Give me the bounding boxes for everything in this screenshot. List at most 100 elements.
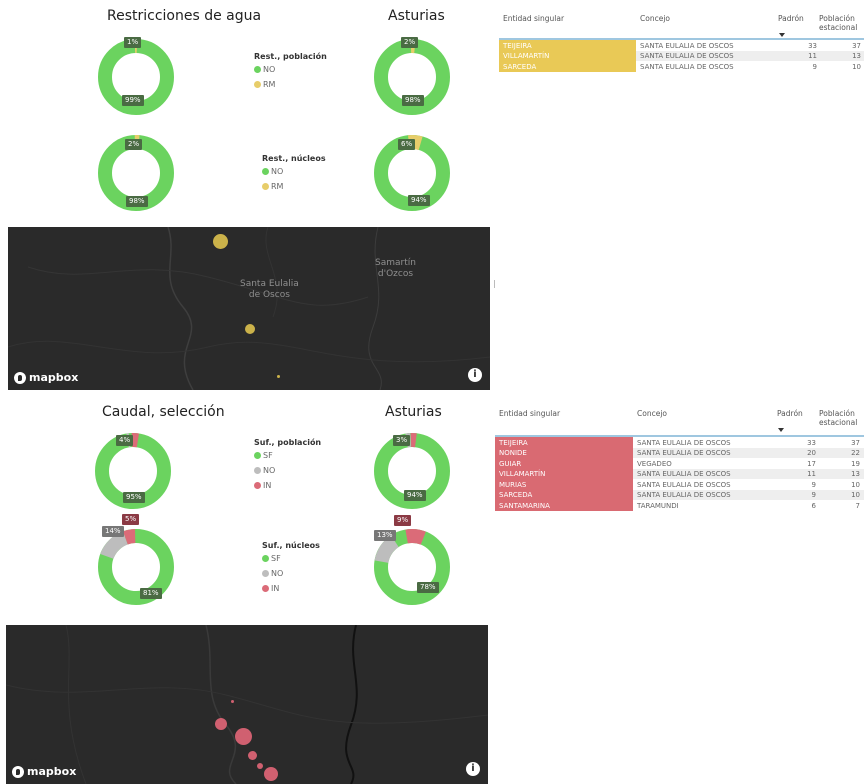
legend-item-rm[interactable]: RM	[254, 80, 327, 89]
mapbox-logo[interactable]: mapbox	[14, 371, 78, 384]
cell-entidad: GUIAR	[495, 458, 633, 469]
legend-item-sf[interactable]: SF	[262, 554, 320, 563]
table-row[interactable]: SARCEDA SANTA EULALIA DE OSCOS 9 10	[495, 489, 864, 500]
donut-suf-nucleos-seleccion[interactable]: 5% 14% 81%	[86, 514, 186, 617]
map-bottom[interactable]: mapbox i	[6, 625, 488, 784]
table-row[interactable]: NONIDE SANTA EULALIA DE OSCOS 20 22	[495, 447, 864, 458]
cell-poblacion: 19	[851, 459, 860, 468]
mapbox-icon	[12, 765, 24, 778]
info-icon[interactable]: i	[466, 762, 480, 776]
legend-label: IN	[271, 584, 280, 593]
map-marker[interactable]	[248, 751, 257, 760]
donut-label: 99%	[122, 95, 144, 106]
green-dot-icon	[262, 168, 269, 175]
legend-item-in[interactable]: IN	[262, 584, 320, 593]
info-icon[interactable]: i	[468, 368, 482, 382]
donut-nucleos-asturias[interactable]: 6% 94%	[362, 123, 462, 223]
cell-entidad: TEIJEIRA	[495, 437, 633, 448]
cell-concejo: SANTA EULALIA DE OSCOS	[640, 62, 734, 71]
table-row[interactable]: GUIAR VEGADEO 17 19	[495, 458, 864, 469]
legend-item-in[interactable]: IN	[254, 481, 321, 490]
sort-desc-icon[interactable]	[779, 33, 785, 37]
cell-padron: 9	[812, 62, 817, 71]
cell-entidad: NONIDE	[495, 447, 633, 458]
yellow-dot-icon	[262, 183, 269, 190]
map-terrain	[8, 227, 490, 390]
donut-poblacion-asturias[interactable]: 2% 98%	[362, 27, 462, 127]
mapbox-logo[interactable]: mapbox	[12, 765, 76, 778]
legend-item-no[interactable]: NO	[262, 167, 326, 176]
donut-label: 4%	[116, 435, 134, 446]
table-row[interactable]: SANTAMARINA TARAMUNDI 6 7	[495, 500, 864, 511]
cell-concejo: SANTA EULALIA DE OSCOS	[640, 52, 734, 60]
donut-poblacion-seleccion[interactable]: 1% 99%	[86, 27, 186, 127]
col-header-poblacion[interactable]: Población estacional	[819, 409, 857, 428]
col-header-entidad[interactable]: Entidad singular	[499, 409, 560, 418]
table-row[interactable]: SARCEDA SANTA EULALIA DE OSCOS 9 10	[499, 61, 864, 72]
map-marker[interactable]	[277, 375, 280, 378]
legend-item-no[interactable]: NO	[254, 466, 321, 475]
donut-label: 3%	[393, 435, 411, 446]
legend-item-no[interactable]: NO	[262, 569, 320, 578]
donut-label: 14%	[102, 526, 124, 537]
bottom-title-left: Caudal, selección	[102, 404, 225, 420]
cell-concejo: VEGADEO	[637, 459, 672, 468]
donut-label: 2%	[125, 139, 143, 150]
table-row[interactable]: VILLAMARTÍN SANTA EULALIA DE OSCOS 11 13	[499, 50, 864, 61]
mapbox-icon	[14, 371, 26, 384]
legend-title: Suf., población	[254, 438, 322, 447]
table-row[interactable]: MURIAS SANTA EULALIA DE OSCOS 9 10	[495, 479, 864, 490]
col-header-concejo[interactable]: Concejo	[637, 409, 667, 418]
cell-concejo: SANTA EULALIA DE OSCOS	[637, 491, 731, 499]
cell-padron: 20	[807, 449, 816, 457]
cell-poblacion: 37	[852, 41, 861, 50]
table-row[interactable]: TEIJEIRA SANTA EULALIA DE OSCOS 33 37	[495, 437, 864, 448]
legend-rest-nucleos: Rest., núcleos NO RM	[262, 154, 326, 197]
map-top[interactable]: Santa Eulalia de Oscos Samartín d'Ozcos …	[8, 227, 490, 390]
donut-label: 98%	[402, 95, 424, 106]
sort-desc-icon[interactable]	[778, 428, 784, 432]
cell-concejo: SANTA EULALIA DE OSCOS	[640, 41, 734, 50]
legend-label: RM	[263, 80, 276, 89]
cell-padron: 11	[807, 470, 816, 478]
legend-item-rm[interactable]: RM	[262, 182, 326, 191]
cell-entidad: MURIAS	[495, 479, 633, 490]
cell-entidad: SANTAMARINA	[495, 500, 633, 511]
mapbox-label: mapbox	[29, 371, 79, 384]
cell-concejo: TARAMUNDI	[637, 501, 679, 510]
cell-entidad: VILLAMARTÍN	[499, 50, 636, 61]
red-dot-icon	[262, 585, 269, 592]
map-marker[interactable]	[264, 767, 278, 781]
col-header-poblacion[interactable]: Población estacional	[819, 14, 857, 33]
map-marker[interactable]	[215, 718, 227, 730]
yellow-dot-icon	[254, 81, 261, 88]
donut-suf-poblacion-seleccion[interactable]: 4% 95%	[83, 421, 183, 521]
map-marker[interactable]	[213, 234, 228, 249]
cell-padron: 9	[811, 480, 816, 489]
legend-item-sf[interactable]: SF	[254, 451, 321, 460]
legend-suf-poblacion: Suf., población SF NO IN	[254, 438, 321, 496]
donut-suf-nucleos-asturias[interactable]: 9% 13% 78%	[362, 515, 462, 617]
legend-item-no[interactable]: NO	[254, 65, 327, 74]
cell-entidad: SARCEDA	[499, 61, 636, 72]
table-row[interactable]: VILLAMARTÍN SANTA EULALIA DE OSCOS 11 13	[495, 468, 864, 479]
donut-label: 2%	[401, 37, 419, 48]
table-row[interactable]: TEIJEIRA SANTA EULALIA DE OSCOS 33 37	[499, 40, 864, 51]
donut-suf-poblacion-asturias[interactable]: 3% 94%	[362, 421, 462, 521]
donut-label: 98%	[126, 196, 148, 207]
top-title-left: Restricciones de agua	[107, 8, 262, 24]
place-label: Santa Eulalia de Oscos	[240, 279, 299, 300]
col-header-concejo[interactable]: Concejo	[640, 14, 670, 23]
cell-concejo: SANTA EULALIA DE OSCOS	[637, 480, 731, 489]
col-header-entidad[interactable]: Entidad singular	[503, 14, 564, 23]
map-marker[interactable]	[235, 728, 252, 745]
donut-nucleos-seleccion[interactable]: 2% 98%	[86, 123, 186, 223]
col-header-padron[interactable]: Padrón	[778, 14, 804, 23]
col-header-padron[interactable]: Padrón	[777, 409, 803, 418]
cell-poblacion: 13	[851, 470, 860, 478]
map-marker[interactable]	[231, 700, 234, 703]
map-marker[interactable]	[245, 324, 255, 334]
cell-padron: 17	[807, 459, 816, 468]
legend-label: NO	[263, 466, 276, 475]
map-marker[interactable]	[257, 763, 263, 769]
